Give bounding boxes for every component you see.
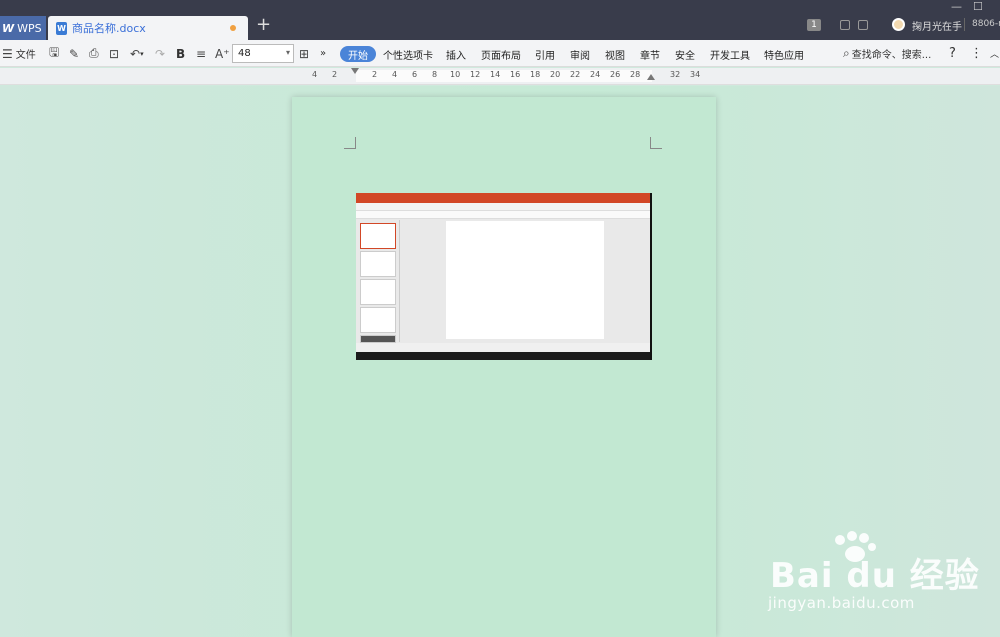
ppt-slide-thumbnail bbox=[360, 307, 396, 333]
undo-icon[interactable]: ↶ ▾ bbox=[130, 40, 144, 67]
baidu-watermark-url: jingyan.baidu.com bbox=[768, 594, 915, 612]
ruler-tick: 34 bbox=[690, 70, 701, 79]
ruler-text-area bbox=[356, 70, 652, 82]
ruler-tick: 10 bbox=[450, 70, 461, 79]
ruler-tick: 4 bbox=[312, 70, 318, 79]
tab-start[interactable]: 开始 bbox=[340, 46, 376, 62]
ruler-tick: 28 bbox=[630, 70, 641, 79]
ruler-tick: 2 bbox=[332, 70, 338, 79]
ppt-ribbon bbox=[356, 211, 650, 219]
tab-page-layout[interactable]: 页面布局 bbox=[481, 47, 521, 62]
collapse-ribbon-icon[interactable]: ︿ bbox=[990, 40, 999, 67]
tab-wps-home[interactable]: W WPS bbox=[0, 16, 46, 40]
ruler-tick: 16 bbox=[510, 70, 521, 79]
font-grow-icon[interactable]: A⁺ bbox=[215, 40, 230, 67]
insert-object-icon[interactable]: ⊞ bbox=[299, 40, 309, 67]
ruler-tick: 6 bbox=[412, 70, 418, 79]
save-icon[interactable]: 🖫 bbox=[49, 40, 59, 67]
share-icon[interactable] bbox=[858, 20, 868, 30]
first-line-indent-marker[interactable] bbox=[351, 68, 359, 74]
print-icon[interactable]: ⎙ bbox=[89, 40, 99, 67]
ruler-tick: 14 bbox=[490, 70, 501, 79]
tab-special-apps[interactable]: 特色应用 bbox=[764, 47, 804, 62]
ruler-tick: 12 bbox=[470, 70, 481, 79]
ruler-tick: 18 bbox=[530, 70, 541, 79]
window-count-badge[interactable]: 1 bbox=[807, 19, 821, 31]
ppt-pane-divider bbox=[399, 220, 400, 342]
tab-insert[interactable]: 插入 bbox=[446, 47, 466, 62]
baidu-watermark-logo: Bai du 经验 bbox=[770, 556, 980, 596]
file-menu-button[interactable]: ☰ 文件 bbox=[2, 40, 36, 67]
font-size-value: 48 bbox=[238, 48, 251, 59]
horizontal-ruler[interactable]: 4 2 2 4 6 8 10 12 14 16 18 20 22 24 26 2… bbox=[0, 68, 1000, 85]
ruler-tick: 22 bbox=[570, 70, 581, 79]
ppt-slide-canvas bbox=[446, 221, 604, 339]
user-name[interactable]: 掬月光在手 bbox=[912, 18, 962, 33]
minimize-button[interactable]: — bbox=[951, 0, 962, 13]
ruler-tick: 4 bbox=[392, 70, 398, 79]
tab-document[interactable]: W 商品名称.docx bbox=[48, 16, 248, 40]
cloud-doc-icon[interactable] bbox=[840, 20, 850, 30]
ppt-status-bar bbox=[356, 343, 650, 352]
maximize-button[interactable]: ☐ bbox=[973, 0, 983, 13]
print-preview-icon[interactable]: ⊡ bbox=[109, 40, 119, 67]
main-toolbar: ☰ 文件 🖫 ✎ ⎙ ⊡ ↶ ▾ ↷ B ≡ A⁺ 48 ▾ ⊞ » 开始 个性选… bbox=[0, 40, 1000, 67]
font-size-select[interactable]: 48 ▾ bbox=[232, 44, 294, 63]
ppt-taskbar bbox=[356, 352, 650, 360]
tab-custom[interactable]: 个性选项卡 bbox=[383, 47, 433, 62]
tab-wps-label: WPS bbox=[17, 21, 42, 35]
embedded-screenshot-image[interactable] bbox=[356, 193, 652, 360]
ppt-slide-thumbnail bbox=[360, 223, 396, 249]
wps-logo-icon: W bbox=[2, 21, 15, 35]
divider bbox=[964, 18, 965, 31]
tab-developer[interactable]: 开发工具 bbox=[710, 47, 750, 62]
strikethrough-icon[interactable]: ≡ bbox=[196, 40, 206, 67]
right-indent-marker[interactable] bbox=[647, 74, 655, 80]
ruler-tick: 2 bbox=[372, 70, 378, 79]
hamburger-icon: ☰ bbox=[2, 46, 13, 61]
unsaved-dot-icon bbox=[230, 25, 236, 31]
search-command[interactable]: ⌕ 查找命令、搜索... bbox=[843, 40, 931, 67]
more-menu-icon[interactable]: ⋮ bbox=[970, 40, 983, 67]
margin-mark-top-right bbox=[650, 137, 662, 149]
account-id[interactable]: 8806-r bbox=[972, 19, 1000, 29]
word-doc-icon: W bbox=[56, 21, 67, 35]
help-icon[interactable]: ? bbox=[949, 40, 956, 67]
avatar[interactable] bbox=[892, 18, 905, 31]
chevron-down-icon: ▾ bbox=[285, 48, 290, 57]
bold-icon[interactable]: B bbox=[176, 40, 185, 67]
more-tools-icon[interactable]: » bbox=[320, 40, 326, 67]
ppt-title-bar bbox=[356, 193, 650, 203]
ruler-tick: 24 bbox=[590, 70, 601, 79]
search-icon: ⌕ bbox=[843, 46, 850, 60]
file-menu-label: 文件 bbox=[15, 50, 36, 61]
margin-mark-top-left bbox=[344, 137, 356, 149]
new-tab-button[interactable]: + bbox=[256, 15, 271, 35]
ruler-tick: 8 bbox=[432, 70, 438, 79]
tab-chapter[interactable]: 章节 bbox=[640, 47, 660, 62]
search-command-label: 查找命令、搜索... bbox=[851, 50, 932, 61]
ppt-ribbon-tabs bbox=[356, 203, 650, 211]
ruler-tick: 20 bbox=[550, 70, 561, 79]
tab-view[interactable]: 视图 bbox=[605, 47, 625, 62]
tab-review[interactable]: 审阅 bbox=[570, 47, 590, 62]
ppt-slide-thumbnail bbox=[360, 279, 396, 305]
redo-icon[interactable]: ↷ bbox=[155, 40, 165, 67]
ppt-slide-thumbnail bbox=[360, 251, 396, 277]
tab-references[interactable]: 引用 bbox=[535, 47, 555, 62]
tab-document-label: 商品名称.docx bbox=[72, 22, 146, 35]
format-painter-icon[interactable]: ✎ bbox=[69, 40, 79, 67]
tab-security[interactable]: 安全 bbox=[675, 47, 695, 62]
ruler-tick: 32 bbox=[670, 70, 681, 79]
document-page[interactable] bbox=[292, 97, 716, 637]
ppt-slide-thumbnail bbox=[360, 335, 396, 343]
ruler-tick: 26 bbox=[610, 70, 621, 79]
title-bar: W WPS W 商品名称.docx + 1 掬月光在手 8806-r — ☐ bbox=[0, 0, 1000, 40]
